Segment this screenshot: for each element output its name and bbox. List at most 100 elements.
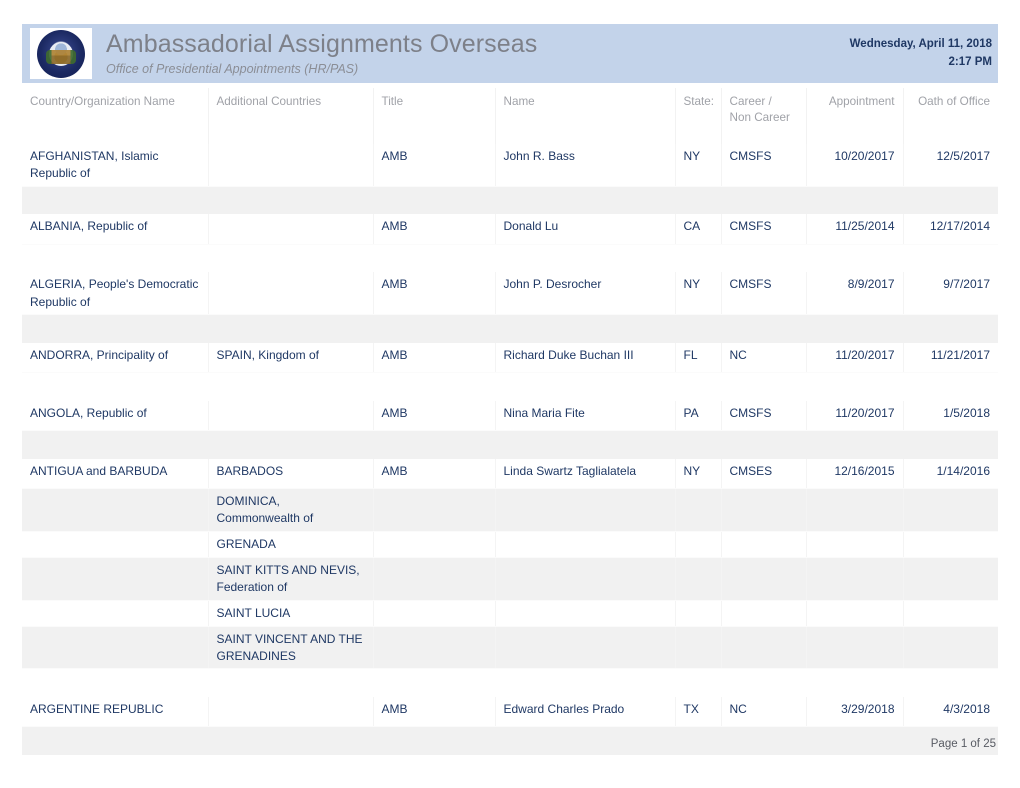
cell-country <box>22 531 209 558</box>
column-header-career-line2: Non Career <box>729 110 790 124</box>
cell-state: FL <box>675 342 722 374</box>
cell-additional-countries: SAINT KITTS AND NEVIS, Federation of <box>208 557 374 601</box>
table-row-additional-country: SAINT VINCENT AND THE GRENADINES <box>22 626 998 670</box>
cell-oath-date: 1/14/2016 <box>903 458 998 490</box>
title-block: Ambassadorial Assignments Overseas Offic… <box>92 24 850 83</box>
cell-appointment-date: 11/20/2017 <box>806 400 904 432</box>
cell-additional-countries: GRENADA <box>208 531 374 558</box>
cell-state: NY <box>675 144 722 187</box>
separator-cell <box>22 314 998 343</box>
assignments-table: Country/Organization Name Additional Cou… <box>22 88 998 755</box>
page-footer: Page 1 of 25 <box>930 738 996 750</box>
cell-name: John R. Bass <box>495 144 676 187</box>
cell-name: Donald Lu <box>495 214 676 245</box>
row-separator <box>22 373 998 401</box>
column-header-country: Country/Organization Name <box>22 88 209 144</box>
table-row-additional-country: SAINT LUCIA <box>22 600 998 627</box>
cell-title: AMB <box>373 214 496 245</box>
cell-country: AFGHANISTAN, Islamic Republic of <box>22 144 209 187</box>
cell-career: CMSFS <box>721 400 807 432</box>
cell-state <box>675 626 722 670</box>
cell-oath-date <box>903 488 998 532</box>
cell-oath-date: 4/3/2018 <box>903 696 998 728</box>
cell-career: NC <box>721 342 807 374</box>
table-row-additional-country: DOMINICA, Commonwealth of <box>22 488 998 532</box>
separator-cell <box>22 430 998 459</box>
cell-title <box>373 531 496 558</box>
cell-appointment-date: 11/20/2017 <box>806 342 904 374</box>
cell-country: ANDORRA, Principality of <box>22 342 209 374</box>
cell-name: John P. Desrocher <box>495 272 676 316</box>
report-time: 2:17 PM <box>948 55 992 68</box>
cell-career <box>721 488 807 532</box>
us-department-of-state-seal-icon <box>37 29 85 78</box>
table-row: ANTIGUA and BARBUDA BARBADOS AMB Linda Swar… <box>22 458 998 490</box>
cell-title <box>373 600 496 627</box>
cell-name: Richard Duke Buchan III <box>495 342 676 374</box>
cell-oath-date: 12/5/2017 <box>903 144 998 187</box>
cell-appointment-date: 11/25/2014 <box>806 214 904 245</box>
row-separator-shaded <box>22 186 998 215</box>
cell-career: NC <box>721 696 807 728</box>
cell-state <box>675 531 722 558</box>
cell-state: CA <box>675 214 722 245</box>
cell-appointment-date: 10/20/2017 <box>806 144 904 187</box>
cell-oath-date: 11/21/2017 <box>903 342 998 374</box>
table-body: AFGHANISTAN, Islamic Republic of AMB John … <box>22 144 998 755</box>
cell-name: Edward Charles Prado <box>495 696 676 728</box>
cell-country <box>22 488 209 532</box>
cell-appointment-date: 8/9/2017 <box>806 272 904 316</box>
cell-career: CMSES <box>721 458 807 490</box>
cell-oath-date: 1/5/2018 <box>903 400 998 432</box>
separator-cell <box>22 373 998 401</box>
cell-country: ANTIGUA and BARBUDA <box>22 458 209 490</box>
column-header-appointment: Appointment <box>806 88 904 144</box>
cell-oath-date: 9/7/2017 <box>903 272 998 316</box>
cell-additional-countries: SPAIN, Kingdom of <box>208 342 374 374</box>
cell-country: ARGENTINE REPUBLIC <box>22 696 209 728</box>
cell-appointment-date <box>806 488 904 532</box>
column-header-career: Career / Non Career <box>721 88 807 144</box>
cell-name: Linda Swartz Taglialatela <box>495 458 676 490</box>
cell-appointment-date <box>806 626 904 670</box>
table-row: ANGOLA, Republic of AMB Nina Maria Fite PA C… <box>22 400 998 432</box>
report-timestamp: Wednesday, April 11, 2018 2:17 PM <box>850 24 998 83</box>
cell-state: TX <box>675 696 722 728</box>
column-header-state: State: <box>675 88 722 144</box>
cell-additional-countries <box>208 144 374 187</box>
column-header-name: Name <box>495 88 676 144</box>
column-header-career-line1: Career / <box>729 95 772 108</box>
cell-name <box>495 488 676 532</box>
cell-additional-countries: SAINT LUCIA <box>208 600 374 627</box>
cell-career: CMSFS <box>721 272 807 316</box>
separator-cell <box>22 244 998 272</box>
cell-oath-date: 12/17/2014 <box>903 214 998 245</box>
separator-cell <box>22 669 998 697</box>
cell-additional-countries <box>208 400 374 432</box>
cell-title: AMB <box>373 272 496 316</box>
table-header-row: Country/Organization Name Additional Cou… <box>22 88 998 144</box>
cell-state: NY <box>675 458 722 490</box>
table-row: ARGENTINE REPUBLIC AMB Edward Charles Prad… <box>22 696 998 728</box>
cell-country <box>22 626 209 670</box>
cell-country <box>22 600 209 627</box>
cell-name <box>495 557 676 601</box>
table-row-additional-country: SAINT KITTS AND NEVIS, Federation of <box>22 557 998 601</box>
cell-title: AMB <box>373 342 496 374</box>
table-row: AFGHANISTAN, Islamic Republic of AMB John … <box>22 144 998 187</box>
cell-country: ALGERIA, People's Democratic Republic of <box>22 272 209 316</box>
column-header-title: Title <box>373 88 496 144</box>
cell-name <box>495 531 676 558</box>
document-page: Ambassadorial Assignments Overseas Offic… <box>0 0 1020 788</box>
table-row: ALGERIA, People's Democratic Republic of… <box>22 272 998 316</box>
cell-state <box>675 488 722 532</box>
cell-title: AMB <box>373 144 496 187</box>
page-title: Ambassadorial Assignments Overseas <box>106 30 538 59</box>
cell-name <box>495 626 676 670</box>
cell-oath-date <box>903 626 998 670</box>
cell-title: AMB <box>373 400 496 432</box>
cell-country: ALBANIA, Republic of <box>22 214 209 245</box>
cell-career <box>721 531 807 558</box>
cell-state <box>675 557 722 601</box>
seal-container <box>30 28 92 79</box>
